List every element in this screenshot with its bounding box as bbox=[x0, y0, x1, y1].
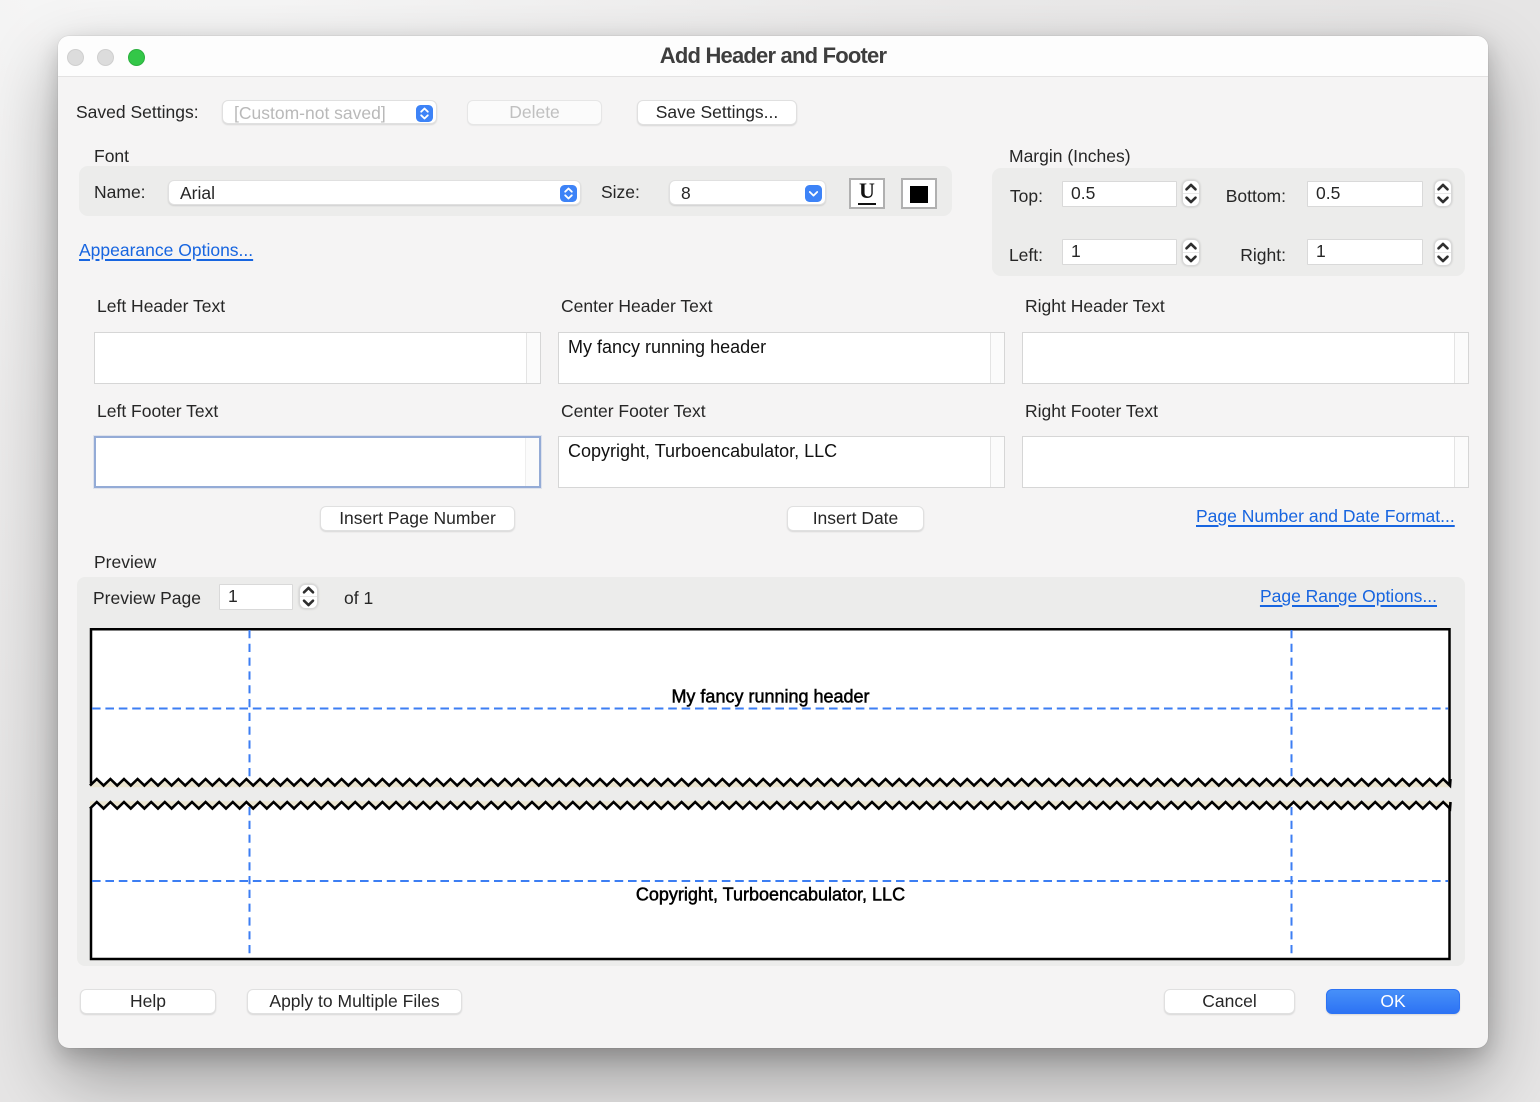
svg-text:Copyright, Turboencabulator, L: Copyright, Turboencabulator, LLC bbox=[636, 885, 905, 905]
svg-text:My fancy running header: My fancy running header bbox=[671, 687, 869, 707]
